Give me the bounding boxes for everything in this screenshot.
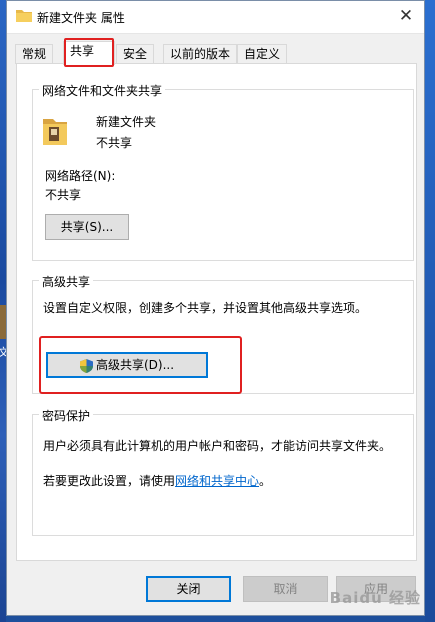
advanced-sharing-button-label: 高级共享(D)... (95, 358, 175, 372)
window-title: 新建文件夹 属性 (37, 11, 125, 25)
folder-share-status: 不共享 (96, 136, 133, 150)
group-title: 高级共享 (39, 273, 94, 290)
desktop-background-right (425, 0, 435, 622)
network-path-label: 网络路径(N): (45, 169, 116, 183)
shared-folder-icon (43, 119, 67, 145)
folder-name: 新建文件夹 (96, 115, 157, 129)
network-path-value: 不共享 (45, 188, 82, 202)
change-prefix-text: 若要更改此设置，请使用 (43, 474, 176, 488)
tab-security[interactable]: 安全 (116, 44, 155, 64)
title-bar[interactable]: 新建文件夹 属性 ✕ (7, 1, 424, 34)
properties-dialog: 新建文件夹 属性 ✕ 常规 共享 安全 以前的版本 自定义 网络文件和文件夹共享… (6, 0, 425, 616)
close-icon[interactable]: ✕ (394, 5, 418, 27)
change-suffix-text: 。 (259, 474, 272, 488)
share-button[interactable]: 共享(S)... (45, 214, 129, 240)
folder-icon (16, 10, 32, 22)
network-sharing-center-link[interactable]: 网络和共享中心 (175, 474, 259, 488)
cancel-button[interactable]: 取消 (243, 576, 328, 602)
group-title: 网络文件和文件夹共享 (39, 82, 166, 99)
password-change-text: 若要更改此设置，请使用网络和共享中心。 (43, 472, 271, 489)
tab-sharing[interactable]: 共享 (63, 41, 115, 65)
watermark: Baidu 经验 (329, 589, 421, 607)
tab-customize[interactable]: 自定义 (237, 44, 288, 64)
password-protection-group: 密码保护 用户必须具有此计算机的用户帐户和密码，才能访问共享文件夹。 若要更改此… (32, 407, 414, 536)
tab-general[interactable]: 常规 (15, 44, 54, 64)
tab-bar: 常规 共享 安全 以前的版本 自定义 (15, 41, 416, 65)
advanced-sharing-button[interactable]: 高级共享(D)... (46, 352, 208, 378)
group-title: 密码保护 (39, 407, 94, 424)
sharing-panel: 网络文件和文件夹共享 新建文件夹 不共享 网络路径(N): 不共享 共享(S).… (16, 63, 417, 561)
advanced-sharing-group: 高级共享 设置自定义权限，创建多个共享，并设置其他高级共享选项。 高级共享(D)… (32, 273, 414, 394)
password-description: 用户必须具有此计算机的用户帐户和密码，才能访问共享文件夹。 (43, 439, 392, 453)
shield-icon (79, 358, 93, 373)
network-sharing-group: 网络文件和文件夹共享 新建文件夹 不共享 网络路径(N): 不共享 共享(S).… (32, 82, 414, 261)
tab-previous-versions[interactable]: 以前的版本 (163, 44, 238, 64)
advanced-sharing-description: 设置自定义权限，创建多个共享，并设置其他高级共享选项。 (43, 301, 368, 315)
close-button[interactable]: 关闭 (146, 576, 231, 602)
